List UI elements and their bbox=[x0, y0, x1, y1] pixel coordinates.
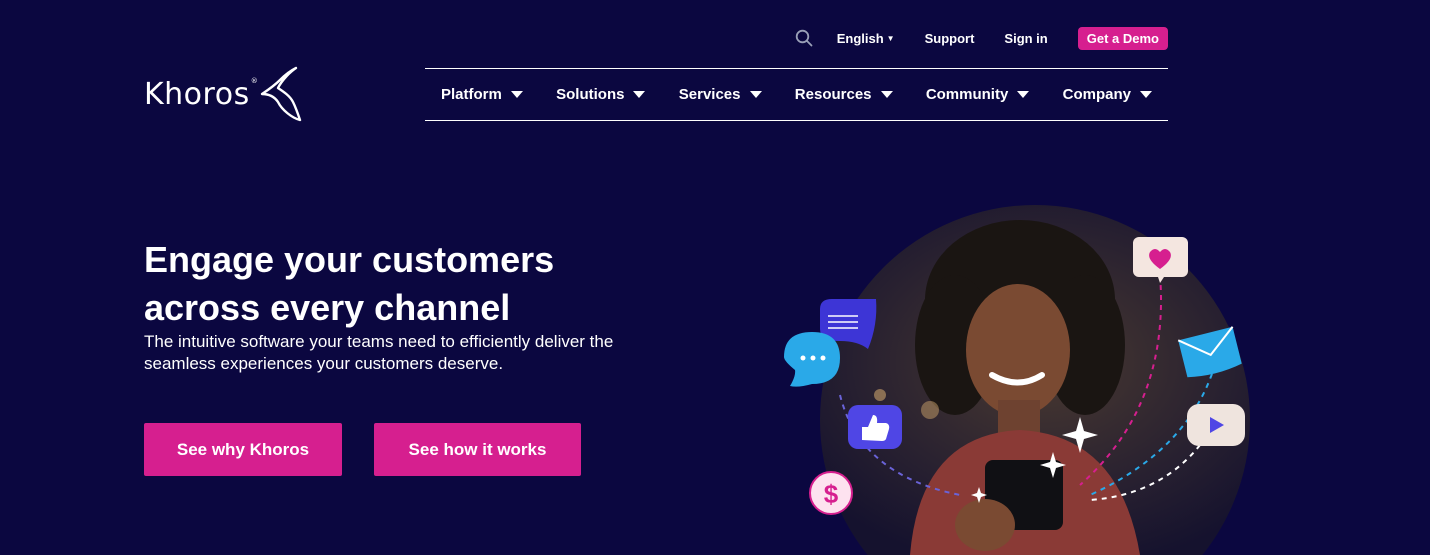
nav-item-label: Services bbox=[678, 86, 741, 103]
nav-item-services[interactable]: Services bbox=[679, 86, 762, 103]
nav-item-community[interactable]: Community bbox=[926, 86, 1030, 103]
nav-item-platform[interactable]: Platform bbox=[441, 86, 523, 103]
nav-item-resources[interactable]: Resources bbox=[795, 86, 893, 103]
nav-item-label: Community bbox=[925, 86, 1009, 103]
logo-wordmark: Khoros® bbox=[144, 76, 259, 112]
khoros-k-mark-icon bbox=[261, 66, 302, 122]
triangle-down-icon bbox=[1139, 91, 1152, 98]
support-link[interactable]: Support bbox=[925, 31, 975, 46]
triangle-down-icon bbox=[880, 91, 893, 98]
get-demo-button[interactable]: Get a Demo bbox=[1077, 26, 1168, 50]
thumbs-up-icon bbox=[848, 405, 902, 449]
nav-item-label: Platform bbox=[441, 86, 502, 103]
nav-item-company[interactable]: Company bbox=[1063, 86, 1152, 103]
hero-title-line: Engage your customers bbox=[144, 239, 555, 280]
sign-in-link[interactable]: Sign in bbox=[1004, 31, 1047, 46]
see-how-it-works-button[interactable]: See how it works bbox=[374, 423, 581, 476]
nav-item-label: Solutions bbox=[556, 86, 625, 103]
triangle-down-icon bbox=[1017, 91, 1030, 98]
see-why-khoros-button[interactable]: See why Khoros bbox=[144, 423, 342, 476]
utility-bar: English ▼ Support Sign in Get a Demo bbox=[795, 26, 1168, 50]
triangle-down-icon bbox=[510, 91, 523, 98]
chat-bubble-icon bbox=[784, 332, 840, 387]
main-navigation: Platform Solutions Services Resources Co… bbox=[425, 68, 1168, 121]
play-video-icon bbox=[1187, 404, 1245, 446]
hero-subtitle: The intuitive software your teams need t… bbox=[144, 331, 704, 375]
triangle-down-icon bbox=[633, 91, 646, 98]
hero-illustration: $ bbox=[784, 205, 1250, 555]
triangle-down-icon bbox=[749, 91, 762, 98]
hero-subtitle-line: The intuitive software your teams need t… bbox=[144, 332, 614, 351]
khoros-logo[interactable]: Khoros® bbox=[144, 66, 304, 122]
nav-item-solutions[interactable]: Solutions bbox=[556, 86, 646, 103]
nav-item-label: Resources bbox=[794, 86, 872, 103]
hero-title-line: across every channel bbox=[144, 287, 511, 328]
hero-subtitle-line: seamless experiences your customers dese… bbox=[144, 354, 504, 373]
dollar-coin-icon: $ bbox=[809, 471, 853, 515]
language-selector[interactable]: English ▼ bbox=[837, 31, 895, 46]
heart-icon bbox=[1133, 237, 1188, 283]
svg-text:$: $ bbox=[824, 479, 839, 509]
nav-item-label: Company bbox=[1062, 86, 1131, 103]
language-label: English bbox=[836, 30, 884, 46]
search-icon[interactable] bbox=[795, 29, 813, 47]
hero-title: Engage your customers across every chann… bbox=[144, 236, 704, 332]
caret-down-icon: ▼ bbox=[886, 33, 895, 43]
